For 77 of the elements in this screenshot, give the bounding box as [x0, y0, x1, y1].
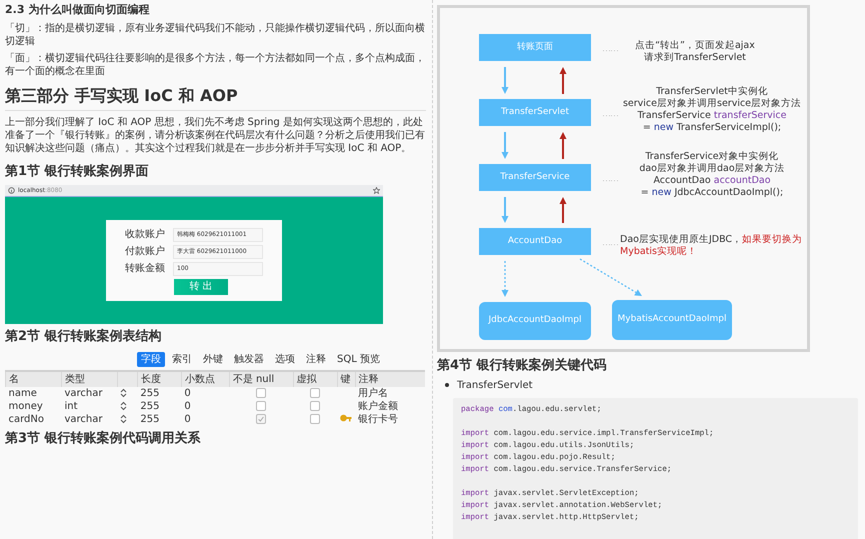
field-label: 付款账户: [125, 245, 166, 258]
stepper-icon[interactable]: [120, 388, 128, 398]
section-title: 第2节 银行转账案例表结构: [5, 328, 162, 346]
dashed-arrow: [580, 258, 642, 296]
stepper-icon[interactable]: [120, 401, 128, 412]
diagram-node: MybatisAccountDaoImpl: [612, 300, 732, 340]
note-text: 点击“转出”，页面发起ajax 请求到TransferServlet: [634, 40, 756, 64]
note-text: TransferService对象中实例化 dao层对象并调用dao层对象方法 AccountDao accountDao = new JdbcAccountDaoImpl();: [638, 151, 786, 199]
table-cell: varchar: [64, 388, 102, 399]
tab[interactable]: 索引: [168, 352, 196, 367]
checkbox[interactable]: [310, 388, 320, 398]
leader-dots: ……: [602, 108, 618, 120]
column-header: 不是 null: [232, 374, 274, 385]
checkbox[interactable]: [256, 388, 266, 398]
tab[interactable]: 注释: [302, 352, 330, 367]
diagram-node: JdbcAccountDaoImpl: [479, 302, 591, 340]
table-cell: name: [8, 388, 37, 399]
field-label: 转账金额: [125, 262, 166, 276]
section-title: 第4节 银行转账案例关键代码: [437, 358, 607, 375]
section-title: 第3节 银行转账案例代码调用关系: [5, 430, 201, 448]
table-cell: 账户金额: [358, 400, 398, 412]
table-cell: cardNo: [8, 414, 44, 425]
checkbox[interactable]: [310, 401, 320, 412]
table-cell: 255: [140, 414, 160, 425]
diagram-node: TransferService: [479, 164, 591, 191]
column-header: 键: [340, 374, 351, 385]
bullet-icon: [445, 383, 449, 388]
star-icon[interactable]: [373, 186, 380, 194]
note-text: Dao层实现使用原生JDBC，如果要切换为 Mybatis实现呢！: [620, 234, 802, 258]
up-arrow: [560, 132, 566, 159]
table-cell: money: [8, 400, 43, 412]
leader-dots: ……: [602, 238, 618, 250]
table-cell: int: [64, 400, 78, 412]
column-header: 类型: [64, 374, 85, 385]
table-cell: varchar: [64, 414, 102, 425]
paragraph: 「切」：指的是横切逻辑，原有业务逻辑代码我们不能动，只能操作横切逻辑代码，所以面向横切逻辑: [5, 22, 426, 48]
field-label: 收款账户: [125, 228, 166, 242]
diagram-node: AccountDao: [479, 228, 591, 255]
down-arrow: [502, 132, 508, 159]
table-cell: 255: [140, 400, 160, 412]
table-cell: 255: [140, 388, 160, 399]
checkbox[interactable]: [256, 401, 266, 412]
column-header: 虚拟: [296, 374, 317, 385]
table-cell: 0: [184, 400, 191, 412]
diagram-node: TransferServlet: [479, 99, 591, 126]
down-arrow: [502, 67, 508, 94]
dashed-arrow: [502, 261, 508, 297]
column-header: 小数点: [184, 374, 215, 385]
part-title: 第三部分 手写实现 IoC 和 AOP: [5, 86, 426, 112]
down-arrow: [502, 197, 508, 223]
tab[interactable]: SQL 预览: [333, 352, 384, 367]
tab[interactable]: 触发器: [230, 352, 268, 367]
section-heading: 2.3 为什么叫做面向切面编程: [5, 3, 150, 18]
up-arrow: [560, 197, 566, 223]
diagram-node: 转账页面: [479, 34, 591, 61]
list-item: TransferServlet: [457, 378, 533, 392]
info-icon: [8, 186, 15, 194]
table-cell: 0: [184, 388, 191, 399]
tab[interactable]: 外键: [199, 352, 227, 367]
stepper-icon[interactable]: [120, 414, 128, 424]
up-arrow: [560, 67, 566, 94]
leader-dots: ……: [602, 44, 618, 56]
tab[interactable]: 选项: [271, 352, 299, 367]
column-header: 名: [9, 374, 19, 385]
intro-paragraph: 上一部分我们理解了 IoC 和 AOP 思想，我们先不考虑 Spring 是如何实现这两个思想的，此处准备了一个『银行转账』的案例，请分析该案例在代码层次有什么问题？分析之后使用我们已有知识解决这些问题（痛点）。其实这个过程我们就是在一步步分析并手写实现 IoC 和 AOP。: [5, 116, 426, 156]
section-title: 第1节 银行转账案例界面: [5, 164, 149, 181]
leader-dots: ……: [602, 174, 618, 186]
table-cell: 0: [184, 414, 191, 425]
tab[interactable]: 字段: [137, 352, 165, 367]
table-cell: 用户名: [358, 388, 388, 399]
checkbox[interactable]: [310, 414, 320, 424]
note-text: TransferServlet中实例化 service层对象并调用service层对象方法 TransferService transferService = new TransferServiceImpl();: [622, 86, 802, 134]
column-header: 长度: [140, 374, 161, 385]
table-cell: 银行卡号: [358, 414, 398, 425]
column-header: 注释: [358, 374, 379, 385]
paragraph: 「面」：横切逻辑代码往往要影响的是很多个方法，每一个方法都如同一个点，多个点构成面，有一个面的概念在里面: [5, 52, 426, 78]
checkbox[interactable]: [256, 414, 266, 424]
